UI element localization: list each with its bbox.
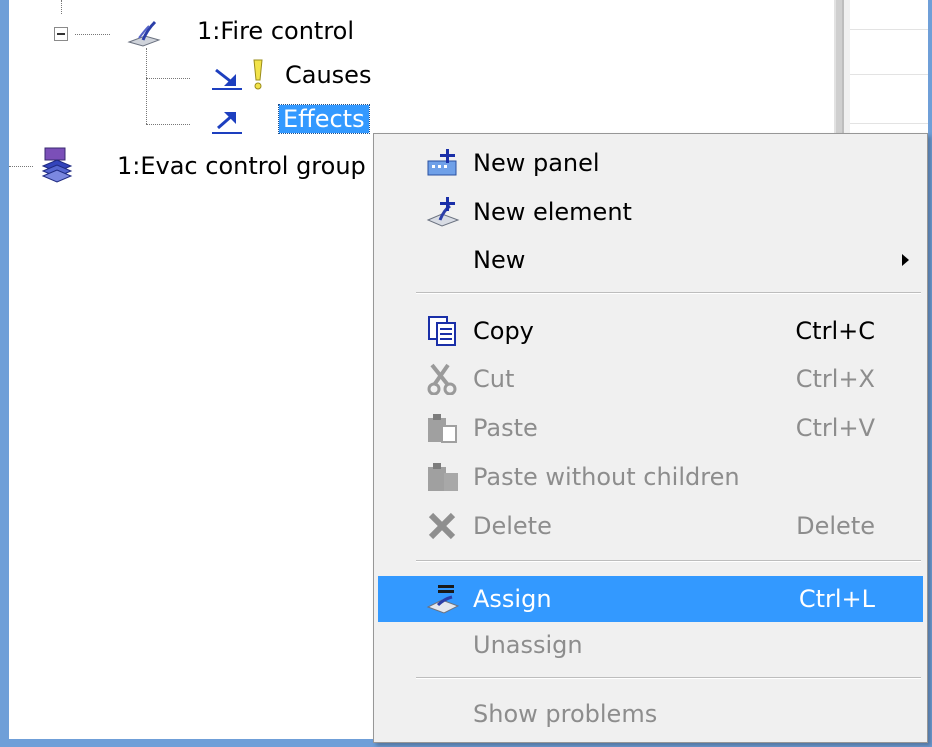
window-frame-left (0, 0, 9, 747)
new-panel-icon (426, 147, 460, 179)
menu-item-label: Paste (473, 414, 538, 442)
menu-item-shortcut: Delete (796, 512, 875, 540)
effects-icon (210, 106, 244, 140)
menu-separator (416, 560, 921, 562)
menu-item-cut[interactable]: Cut Ctrl+X (378, 356, 923, 402)
tree-item-label: Effects (278, 104, 370, 134)
menu-item-copy[interactable]: Copy Ctrl+C (378, 308, 923, 354)
tree-item-causes[interactable]: Causes (285, 58, 371, 92)
menu-item-new-panel[interactable]: New panel (378, 140, 923, 186)
menu-item-label: New (473, 246, 526, 274)
new-element-icon (426, 196, 460, 228)
tree-item-fire-control[interactable]: 1:Fire control (197, 14, 354, 48)
menu-item-shortcut: Ctrl+X (795, 365, 875, 393)
menu-item-delete[interactable]: Delete Delete (378, 503, 923, 549)
tree-connector (61, 0, 62, 14)
context-menu: New panel New element New Copy Ctrl+C Cu… (373, 133, 928, 743)
menu-item-label: Copy (473, 317, 534, 345)
menu-item-label: Cut (473, 365, 515, 393)
causes-icon (210, 62, 244, 96)
submenu-arrow-icon (902, 254, 909, 266)
menu-item-shortcut: Ctrl+L (798, 585, 875, 613)
tree-connector (75, 34, 110, 35)
menu-item-label: Unassign (473, 631, 583, 659)
menu-item-label: Assign (473, 585, 552, 613)
menu-item-unassign[interactable]: Unassign (378, 622, 923, 668)
tree-connector (9, 166, 33, 167)
collapse-toggle[interactable] (54, 27, 68, 41)
menu-item-label: New panel (473, 149, 600, 177)
menu-item-shortcut: Ctrl+V (795, 414, 875, 442)
menu-item-label: Show problems (473, 700, 658, 728)
tree-item-effects[interactable]: Effects (278, 102, 370, 136)
tree-item-label: Causes (285, 61, 372, 89)
paste-without-children-icon (426, 461, 460, 493)
menu-separator (416, 677, 921, 679)
menu-item-new-element[interactable]: New element (378, 189, 923, 235)
tree-item-label: 1:Fire control (197, 17, 355, 45)
warning-exclamation-icon (249, 58, 267, 96)
assign-icon (426, 583, 460, 615)
copy-icon (426, 315, 460, 347)
tree-connector (146, 48, 147, 124)
menu-item-paste-without-children[interactable]: Paste without children (378, 454, 923, 500)
menu-item-assign[interactable]: Assign Ctrl+L (378, 576, 923, 622)
menu-item-label: Delete (473, 512, 552, 540)
scissors-icon (426, 363, 460, 396)
menu-item-label: New element (473, 198, 632, 226)
menu-separator (416, 292, 921, 294)
window-frame-right (928, 0, 932, 747)
menu-item-show-problems[interactable]: Show problems (378, 691, 923, 737)
tree-connector (146, 124, 190, 125)
evac-group-icon (39, 144, 75, 188)
menu-item-paste[interactable]: Paste Ctrl+V (378, 405, 923, 451)
tree-item-label: 1:Evac control group (117, 152, 366, 180)
menu-item-label: Paste without children (473, 463, 740, 491)
paste-icon (426, 412, 460, 444)
fire-control-icon (125, 16, 165, 54)
menu-item-new-submenu[interactable]: New (378, 237, 923, 283)
tree-connector (146, 78, 190, 79)
menu-item-shortcut: Ctrl+C (795, 317, 875, 345)
delete-x-icon (426, 510, 460, 542)
tree-item-evac-control-group[interactable]: 1:Evac control group (117, 149, 366, 183)
